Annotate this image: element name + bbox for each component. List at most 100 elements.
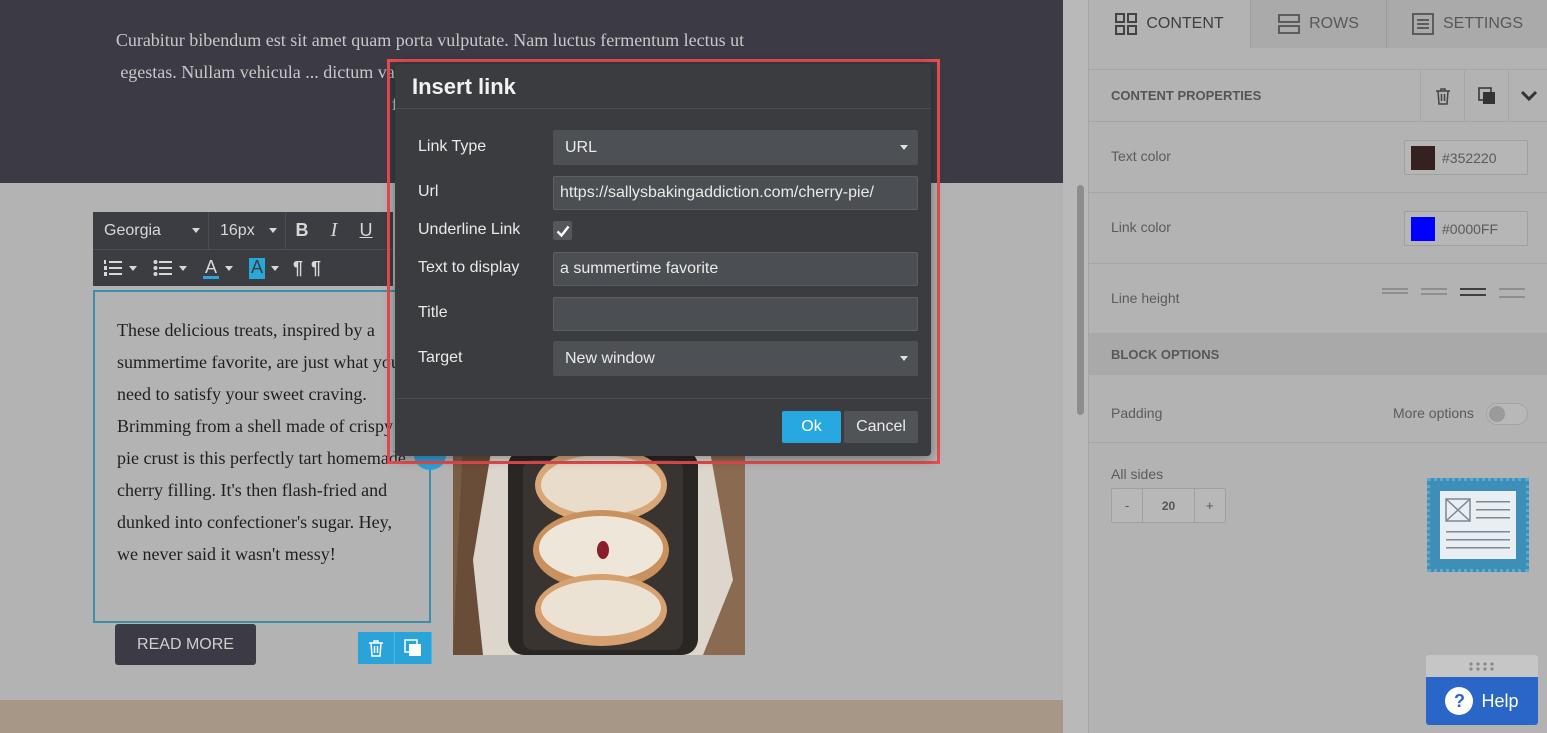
underline-link-checkbox[interactable] <box>553 221 572 240</box>
padding-stepper: - 20 + <box>1111 488 1226 523</box>
ltr-direction-button[interactable]: ¶ <box>285 250 307 287</box>
underline-button[interactable]: U <box>350 212 382 249</box>
chevron-down-icon <box>1520 90 1537 102</box>
padding-value[interactable]: 20 <box>1142 489 1195 522</box>
footer-band <box>0 700 1063 733</box>
tab-settings-label: SETTINGS <box>1442 15 1523 32</box>
padding-plus-button[interactable]: + <box>1195 489 1225 522</box>
block-options-title: BLOCK OPTIONS <box>1111 347 1220 362</box>
panel-tabs: CONTENT ROWS SETTINGS <box>1089 0 1547 48</box>
title-input[interactable] <box>553 297 918 331</box>
underline-link-label: Underline Link <box>418 221 521 238</box>
donut-photo-art <box>453 440 745 655</box>
text-to-display-input[interactable]: a summertime favorite <box>553 252 918 286</box>
trash-icon <box>1435 88 1450 105</box>
checkmark-icon <box>556 225 569 237</box>
tab-content[interactable]: CONTENT <box>1089 0 1251 48</box>
line-height-tight-icon[interactable] <box>1382 288 1408 300</box>
dialog-title: Insert link <box>412 74 516 99</box>
tab-divider <box>1089 48 1547 70</box>
properties-panel: CONTENT ROWS SETTINGS CONTENT PROPERTIES… <box>1088 0 1547 733</box>
more-options-label: More options <box>1393 405 1474 421</box>
delete-content-button[interactable] <box>1420 70 1464 122</box>
chevron-down-icon <box>129 265 137 271</box>
question-icon: ? <box>1445 687 1474 715</box>
all-sides-label: All sides <box>1111 466 1164 482</box>
padding-row: Padding More options <box>1089 375 1547 443</box>
rtl-direction-button[interactable]: ¶ <box>307 250 325 287</box>
text-format-toolbar: Georgia 16px B I U A A ¶ ¶ <box>93 212 393 286</box>
duplicate-content-button[interactable] <box>1464 70 1508 122</box>
canvas-scrollbar[interactable] <box>1063 0 1088 733</box>
insert-link-dialog: Insert link Link Type URL Url https://sa… <box>395 64 931 456</box>
ordered-list-button[interactable] <box>93 250 143 287</box>
font-family-select[interactable]: Georgia <box>93 212 209 249</box>
duplicate-icon <box>1477 87 1495 104</box>
line-height-options <box>1382 288 1538 300</box>
duplicate-icon <box>404 639 421 656</box>
font-size-value: 16px <box>220 221 255 239</box>
line-height-loose-icon[interactable] <box>1499 288 1525 300</box>
link-type-select[interactable]: URL <box>553 130 918 165</box>
link-color-value: #0000FF <box>1442 220 1499 237</box>
text-content-block[interactable]: These delicious treats, inspired by a su… <box>93 290 431 623</box>
donut-image <box>453 440 745 655</box>
text-color-label: Text color <box>1111 148 1171 164</box>
link-color-row: Link color #0000FF <box>1089 193 1547 264</box>
tab-rows-label: ROWS <box>1309 15 1359 32</box>
text-to-display-value: a summertime favorite <box>560 260 719 277</box>
link-color-field[interactable]: #0000FF <box>1404 211 1528 246</box>
text-color-icon: A <box>203 256 220 279</box>
text-color-value: #352220 <box>1442 149 1497 166</box>
delete-block-button[interactable] <box>358 632 395 664</box>
tab-rows[interactable]: ROWS <box>1251 0 1387 48</box>
line-height-medium-icon[interactable] <box>1460 288 1486 300</box>
text-color-button[interactable]: A <box>193 250 239 287</box>
rows-icon <box>1278 14 1301 34</box>
more-options-toggle[interactable] <box>1486 403 1528 425</box>
dots-icon <box>1469 662 1494 671</box>
tab-settings[interactable]: SETTINGS <box>1387 0 1547 48</box>
help-label: Help <box>1481 690 1519 711</box>
trash-icon <box>369 640 383 657</box>
canvas-scrollbar-thumb[interactable] <box>1077 185 1084 415</box>
help-drag-grip-icon[interactable] <box>1426 655 1538 677</box>
grid-icon <box>1115 13 1138 35</box>
toolbar-row-2: A A ¶ ¶ <box>93 249 393 286</box>
line-height-row: Line height <box>1089 264 1547 333</box>
italic-button[interactable]: I <box>318 212 350 249</box>
help-button[interactable]: ? Help <box>1426 677 1538 725</box>
url-label: Url <box>418 183 439 200</box>
ordered-list-icon <box>104 260 122 276</box>
dialog-header-divider <box>395 108 931 109</box>
target-label: Target <box>418 349 463 366</box>
text-color-swatch[interactable] <box>1411 145 1435 170</box>
url-input[interactable]: https://sallysbakingaddiction.com/cherry… <box>553 176 918 210</box>
link-color-swatch[interactable] <box>1411 216 1435 241</box>
cancel-button[interactable]: Cancel <box>844 411 918 443</box>
ok-button[interactable]: Ok <box>782 411 841 443</box>
chevron-down-icon <box>271 265 280 271</box>
block-actions <box>358 632 432 664</box>
body-text[interactable]: These delicious treats, inspired by a su… <box>117 314 417 570</box>
padding-preview-icon <box>1427 478 1529 572</box>
url-value: https://sallysbakingaddiction.com/cherry… <box>560 184 874 201</box>
target-select[interactable]: New window <box>553 341 918 376</box>
highlight-color-button[interactable]: A <box>239 250 285 287</box>
link-type-value: URL <box>565 138 598 156</box>
bullet-list-button[interactable] <box>143 250 193 287</box>
chevron-down-icon <box>192 228 200 233</box>
duplicate-block-button[interactable] <box>395 632 432 664</box>
text-color-row: Text color #352220 <box>1089 122 1547 193</box>
font-size-select[interactable]: 16px <box>209 212 286 249</box>
text-color-field[interactable]: #352220 <box>1404 140 1528 175</box>
chevron-down-icon <box>225 265 234 271</box>
chevron-down-icon <box>269 228 277 233</box>
content-properties-title: CONTENT PROPERTIES <box>1111 88 1262 103</box>
bullet-list-icon <box>153 260 172 276</box>
bold-button[interactable]: B <box>286 212 318 249</box>
line-height-normal-icon[interactable] <box>1421 288 1447 300</box>
padding-minus-button[interactable]: - <box>1112 489 1142 522</box>
read-more-button[interactable]: READ MORE <box>115 624 256 665</box>
collapse-button[interactable] <box>1508 70 1547 122</box>
